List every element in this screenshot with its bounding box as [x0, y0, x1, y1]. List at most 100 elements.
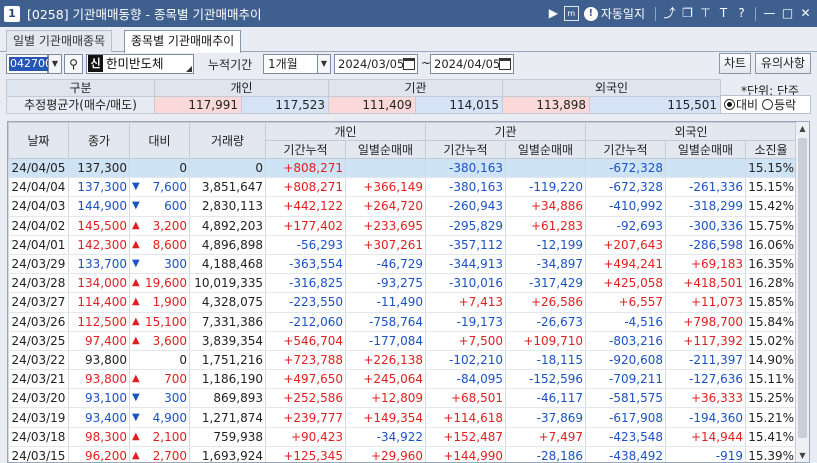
radio-change-rate[interactable] — [762, 99, 774, 110]
table-row[interactable]: 24/04/02 145,500 ▲ 3,200 4,892,203 +177,402 +2… — [8, 216, 797, 236]
cell-foreign-daily — [665, 158, 746, 179]
cell-close: 133,700 — [68, 254, 130, 275]
cell-inst-cum: -380,163 — [425, 158, 506, 179]
copy-window-icon[interactable]: ❐ — [680, 6, 695, 21]
radio-change-rate-label[interactable]: 등락 — [774, 96, 796, 113]
cell-foreign-cum: -617,908 — [585, 407, 666, 428]
scroll-up-icon[interactable]: ▲ — [796, 122, 809, 135]
table-row[interactable]: 24/03/27 114,400 ▲ 1,900 4,328,075 -223,550 -1… — [8, 292, 797, 313]
minimize-icon[interactable]: — — [762, 6, 777, 21]
autolog-button[interactable]: ! 자동일지 — [583, 5, 645, 22]
table-row[interactable]: 24/04/03 144,900 ▼ 600 2,830,113 +442,122 +264… — [8, 196, 797, 217]
table-row[interactable]: 24/03/29 133,700 ▼ 300 4,188,468 -363,554 -46,… — [8, 254, 797, 275]
foreign-buy-avg: 113,898 — [502, 96, 590, 114]
play-icon[interactable]: ▶ — [546, 6, 561, 21]
chart-button[interactable]: 차트 — [719, 53, 751, 74]
cell-change-value: 300 — [164, 391, 187, 406]
cell-change-value: 300 — [164, 257, 187, 272]
cell-change-value: 2,700 — [152, 448, 187, 463]
cell-indiv-cum: +723,788 — [265, 350, 346, 371]
search-icon[interactable]: ⚲ — [64, 54, 83, 74]
cell-date: 24/03/28 — [8, 273, 69, 294]
col-change[interactable]: 대비 — [129, 122, 190, 159]
cell-indiv-cum: +808,271 — [265, 177, 346, 198]
scroll-thumb[interactable] — [798, 138, 807, 438]
col-inst-cum[interactable]: 기간누적 — [425, 140, 506, 159]
cell-foreign-daily: -261,336 — [665, 177, 746, 198]
cell-indiv-cum: +497,650 — [265, 369, 346, 390]
cell-inst-cum: +68,501 — [425, 388, 506, 409]
table-row[interactable]: 24/04/01 142,300 ▲ 8,600 4,896,898 -56,293 +30… — [8, 235, 797, 255]
avg-price-summary: 구분 개인 기관 외국인 추정평균가(매수/매도) 117,991 117,52… — [6, 79, 721, 114]
start-date-field[interactable]: 2024/03/05 — [334, 54, 418, 74]
cell-indiv-cum: -363,554 — [265, 254, 346, 275]
table-row[interactable]: 24/03/28 134,000 ▲ 19,600 10,019,335 -316,825… — [8, 273, 797, 294]
table-row[interactable]: 24/03/19 93,400 ▼ 4,900 1,271,874 +239,777 +14… — [8, 407, 797, 428]
col-foreign-cum[interactable]: 기간누적 — [585, 140, 666, 159]
table-row[interactable]: 24/03/21 93,800 ▲ 700 1,186,190 +497,650 +245,… — [8, 369, 797, 390]
pin-icon[interactable]: ⊤ — [698, 6, 713, 21]
col-close[interactable]: 종가 — [68, 122, 130, 159]
cell-close: 142,300 — [68, 235, 130, 255]
calendar-icon[interactable] — [499, 58, 511, 70]
period-label: 누적기간 — [208, 58, 253, 72]
chevron-down-icon[interactable]: ▼ — [317, 54, 331, 74]
cell-exhaust-rate: 16.06% — [745, 235, 797, 255]
radio-compare-label[interactable]: 대비 — [736, 96, 758, 113]
cell-change: ▲ 2,100 — [129, 427, 190, 447]
cell-foreign-daily: +117,392 — [665, 331, 746, 351]
cell-exhaust-rate: 16.28% — [745, 273, 797, 294]
col-volume[interactable]: 거래량 — [189, 122, 266, 159]
cell-volume: 4,892,203 — [189, 216, 266, 236]
table-row[interactable]: 24/03/18 98,300 ▲ 2,100 759,938 +90,423 -34,92… — [8, 427, 797, 447]
scroll-down-icon[interactable]: ▼ — [796, 449, 809, 462]
cell-date: 24/03/20 — [8, 388, 69, 409]
end-date-field[interactable]: 2024/04/05 — [430, 54, 514, 74]
table-row[interactable]: 24/03/25 97,400 ▲ 3,600 3,839,354 +546,704 -17… — [8, 331, 797, 351]
memo-icon[interactable]: m — [563, 6, 579, 21]
table-row[interactable]: 24/03/15 96,200 ▲ 2,700 1,693,924 +125,345 +29… — [8, 446, 797, 463]
col-indiv-cum[interactable]: 기간누적 — [265, 140, 346, 159]
notice-button[interactable]: 유의사항 — [755, 53, 811, 74]
col-inst-daily[interactable]: 일별순매매 — [505, 140, 586, 159]
help-icon[interactable]: ? — [734, 6, 749, 21]
cell-foreign-cum: -410,992 — [585, 196, 666, 217]
code-dropdown-icon[interactable]: ▼ — [48, 54, 62, 74]
stock-code-input[interactable]: 042700 — [6, 54, 53, 74]
cell-change: 0 — [129, 158, 190, 179]
up-triangle-icon: ▲ — [132, 219, 140, 231]
radio-compare[interactable] — [724, 99, 735, 110]
col-date[interactable]: 날짜 — [8, 122, 69, 159]
table-row[interactable]: 24/04/04 137,300 ▼ 7,600 3,851,647 +808,271 +3… — [8, 177, 797, 198]
cell-exhaust-rate: 15.02% — [745, 331, 797, 351]
tab-stock-inst-trend[interactable]: 종목별 기관매매추이 — [124, 30, 242, 53]
table-row[interactable]: 24/03/26 112,500 ▲ 15,100 7,331,386 -212,060-… — [8, 312, 797, 332]
cell-foreign-daily: +798,700 — [665, 312, 746, 332]
table-row[interactable]: 24/04/05 137,300 0 0 +808,271 -380,163 -672,32… — [8, 158, 797, 179]
table-row[interactable]: 24/03/22 93,800 0 1,751,216 +723,788 +226,138… — [8, 350, 797, 371]
autolog-label: 자동일지 — [600, 7, 645, 21]
calendar-icon[interactable] — [403, 58, 415, 70]
tab-daily-inst-stocks[interactable]: 일별 기관매매종목 — [6, 30, 113, 52]
font-size-icon[interactable]: T — [716, 6, 731, 21]
cell-foreign-cum: -709,211 — [585, 369, 666, 390]
cell-date: 24/04/03 — [8, 196, 69, 217]
cell-inst-daily: -152,596 — [505, 369, 586, 390]
col-exhaust-rate[interactable]: 소진율 — [745, 140, 797, 159]
trend-grid[interactable]: 날짜 종가 대비 거래량 개인 기관 외국인 기간누적 일별순매매 기간누적 일… — [7, 121, 810, 463]
maximize-icon[interactable]: □ — [780, 6, 795, 21]
cell-foreign-daily: +11,073 — [665, 292, 746, 313]
close-icon[interactable]: ✕ — [798, 6, 813, 21]
col-foreign-daily[interactable]: 일별순매매 — [665, 140, 746, 159]
vertical-scrollbar[interactable]: ▲ ▼ — [795, 122, 809, 462]
link-icon[interactable]: ⤴ — [662, 6, 677, 21]
col-indiv-daily[interactable]: 일별순매매 — [345, 140, 426, 159]
cell-date: 24/04/02 — [8, 216, 69, 236]
cell-indiv-daily: +245,064 — [345, 369, 426, 390]
cell-foreign-daily: +418,501 — [665, 273, 746, 294]
cell-date: 24/03/15 — [8, 446, 69, 462]
table-row[interactable]: 24/03/20 93,100 ▼ 300 869,893 +252,586 +12,809… — [8, 388, 797, 409]
cell-indiv-cum: +125,345 — [265, 446, 346, 462]
summary-group-foreign: 외국인 — [502, 79, 721, 97]
cell-volume: 1,186,190 — [189, 369, 266, 390]
